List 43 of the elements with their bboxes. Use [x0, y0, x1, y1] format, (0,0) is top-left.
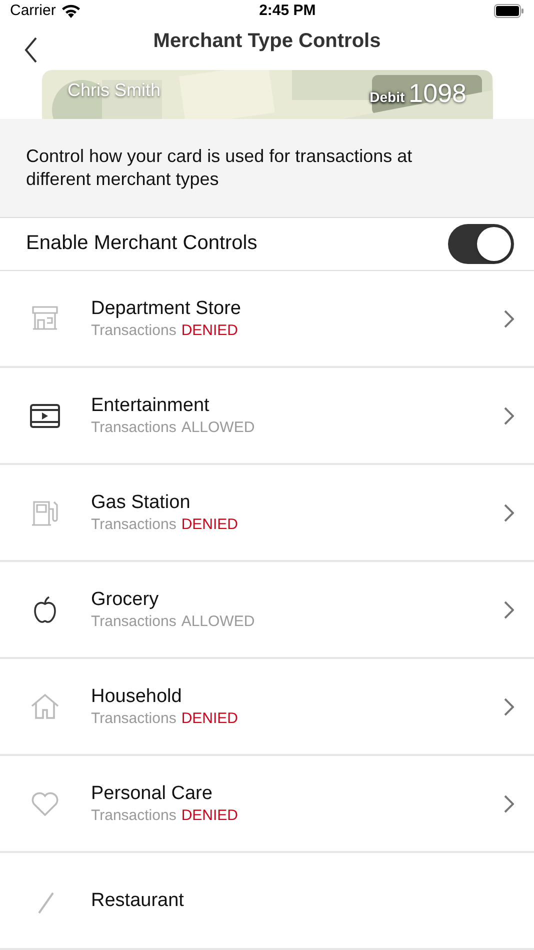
- merchant-row[interactable]: Personal Care Transactions DENIED: [0, 756, 534, 853]
- status-value: ALLOWED: [181, 613, 255, 630]
- merchant-name: Gas Station: [91, 492, 192, 514]
- screen-title: Merchant Type Controls: [153, 30, 381, 54]
- merchant-name: Department Store: [91, 298, 242, 320]
- merchant-name: Entertainment: [91, 395, 210, 417]
- merchant-row[interactable]: Department Store Transactions DENIED: [0, 271, 534, 368]
- status-prefix: Transactions: [91, 710, 176, 727]
- status-value: ALLOWED: [181, 419, 255, 436]
- status-prefix: Transactions: [91, 516, 176, 533]
- merchant-controls-switch[interactable]: [448, 224, 514, 264]
- status-value: DENIED: [181, 710, 238, 727]
- description-text: Control how your card is used for transactions at different merchant types: [26, 144, 414, 191]
- status-time: 2:45 PM: [259, 2, 316, 20]
- status-prefix: Transactions: [91, 322, 176, 339]
- merchant-row[interactable]: Entertainment Transactions ALLOWED: [0, 368, 534, 465]
- status-prefix: Transactions: [91, 419, 176, 436]
- status-prefix: Transactions: [91, 807, 176, 824]
- merchant-name: Grocery: [91, 589, 160, 611]
- status-value: DENIED: [181, 807, 238, 824]
- cardholder-name: Chris Smith: [68, 80, 161, 101]
- chevron-icon: [504, 794, 514, 812]
- status-prefix: Transactions: [91, 613, 176, 630]
- toggle-label: Enable Merchant Controls: [26, 232, 258, 256]
- merchant-row[interactable]: Restaurant: [0, 853, 534, 950]
- merchant-row[interactable]: Grocery Transactions ALLOWED: [0, 562, 534, 659]
- merchant-name: Personal Care: [91, 783, 214, 805]
- status-value: DENIED: [181, 322, 238, 339]
- status-value: DENIED: [181, 516, 238, 533]
- card-last-digits: 1098: [408, 80, 466, 106]
- chevron-icon: [504, 698, 514, 716]
- merchant-row[interactable]: Household Transactions DENIED: [0, 659, 534, 756]
- carrier-label: Carrier: [10, 2, 56, 20]
- merchant-row[interactable]: Gas Station Transactions DENIED: [0, 465, 534, 562]
- chevron-icon: [504, 310, 514, 328]
- card-type: Debit: [370, 88, 405, 105]
- chevron-icon: [504, 504, 514, 522]
- battery-icon: [494, 4, 524, 18]
- wifi-icon: [60, 3, 81, 18]
- merchant-name: Restaurant: [91, 890, 185, 912]
- merchant-name: Household: [91, 686, 183, 708]
- chevron-icon: [504, 406, 514, 424]
- chevron-icon: [504, 600, 514, 618]
